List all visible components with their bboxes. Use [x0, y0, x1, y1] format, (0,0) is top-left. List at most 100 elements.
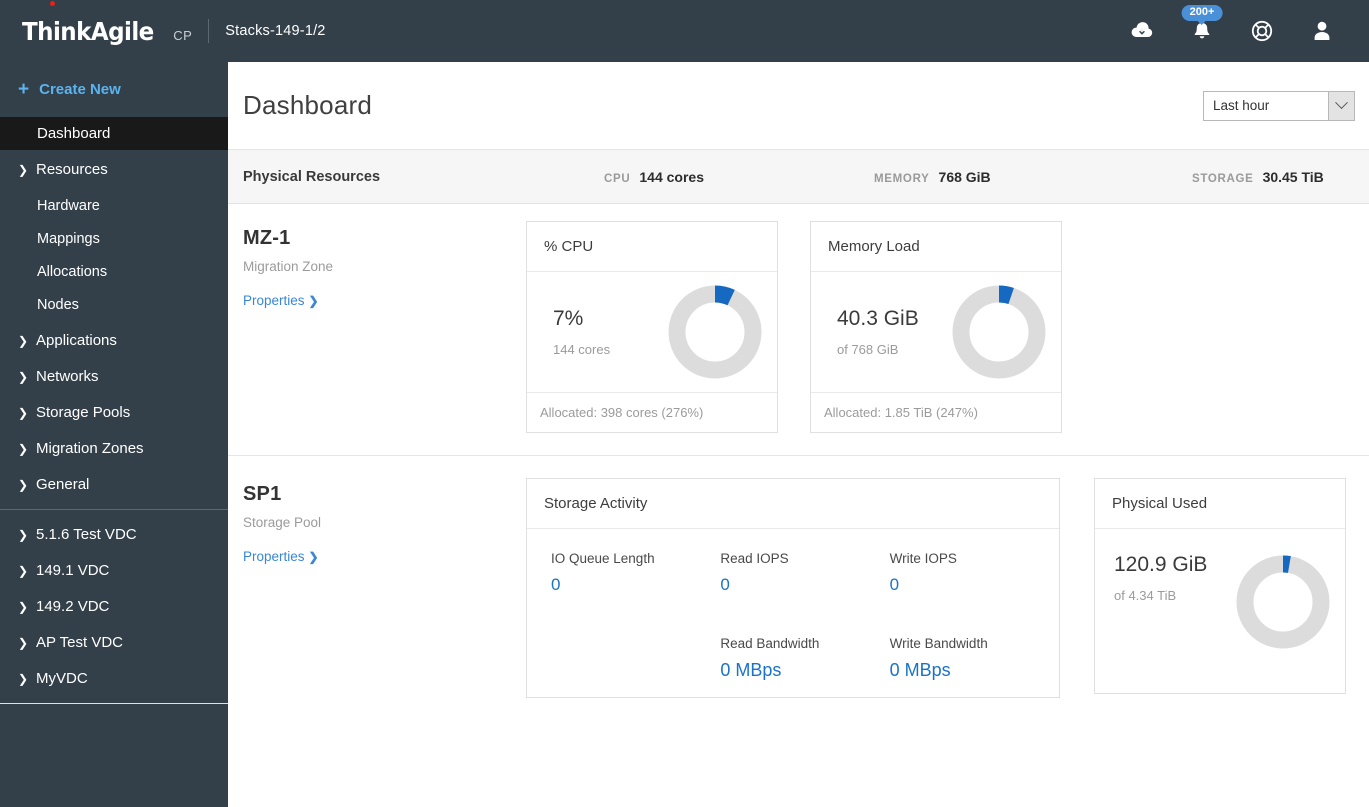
sidebar-item-dashboard[interactable]: Dashboard — [0, 117, 228, 150]
card-title: % CPU — [527, 222, 777, 272]
sp-cards: Storage Activity IO Queue Length 0 Read … — [526, 456, 1346, 720]
brand-name: ThinkAgile — [22, 16, 154, 46]
chevron-down-icon: ❯ — [18, 162, 29, 177]
brand-cp-label: CP — [173, 27, 193, 43]
notification-bell-icon[interactable]: 200+ — [1181, 5, 1223, 44]
chevron-right-icon: ❯ — [18, 635, 29, 650]
sidebar-group-migration-zones[interactable]: ❯ Migration Zones — [0, 432, 228, 465]
cloud-download-icon[interactable] — [1129, 18, 1155, 44]
main-content: Dashboard Last hour Physical Resources C… — [228, 62, 1369, 807]
metrics-row-bandwidth: Read Bandwidth 0 MBps Write Bandwidth 0 … — [551, 636, 1059, 681]
sidebar-group-networks[interactable]: ❯ Networks — [0, 360, 228, 393]
card-memory-load: Memory Load 40.3 GiB of 768 GiB Allocate… — [810, 221, 1062, 433]
sidebar-item-label: Mappings — [37, 230, 100, 247]
section-type: Migration Zone — [243, 259, 334, 274]
sidebar-group-resources[interactable]: ❯ Resources — [0, 153, 228, 186]
sidebar-group-ap-test-vdc[interactable]: ❯ AP Test VDC — [0, 626, 228, 659]
sidebar-group-1491-vdc[interactable]: ❯ 149.1 VDC — [0, 554, 228, 587]
user-account-icon[interactable] — [1309, 18, 1335, 44]
metrics-spacer — [551, 636, 720, 681]
metric-value: 0 MBps — [889, 660, 951, 680]
section-migration-zone: MZ-1 Migration Zone Properties ❯ % CPU 7… — [228, 204, 1369, 456]
metric-label: Write Bandwidth — [889, 636, 988, 651]
memory-subtext: of 768 GiB — [837, 342, 899, 357]
sidebar-group-516-test-vdc[interactable]: ❯ 5.1.6 Test VDC — [0, 518, 228, 551]
card-body: 7% 144 cores — [527, 272, 777, 392]
physical-used-value: 120.9 GiB — [1114, 553, 1208, 576]
sidebar-item-nodes[interactable]: Nodes — [0, 288, 228, 321]
chevron-down-icon[interactable] — [1328, 91, 1354, 120]
sidebar-group-general[interactable]: ❯ General — [0, 468, 228, 501]
top-bar: ThinkAgile CP Stacks-149-1/2 200+ — [0, 0, 1369, 62]
mz-cards: % CPU 7% 144 cores Allocated: 398 cores … — [526, 204, 1062, 455]
chevron-right-icon: ❯ — [308, 293, 319, 308]
sidebar-item-label: Storage Pools — [36, 404, 131, 421]
cpu-allocated-footer: Allocated: 398 cores (276%) — [527, 392, 777, 432]
sidebar-item-label: MyVDC — [36, 670, 88, 687]
dashboard-sections: MZ-1 Migration Zone Properties ❯ % CPU 7… — [228, 204, 1369, 807]
section-info-sp: SP1 Storage Pool Properties ❯ — [243, 456, 526, 720]
chevron-right-icon: ❯ — [18, 405, 29, 420]
brand-divider — [208, 19, 210, 43]
help-lifebuoy-icon[interactable] — [1249, 18, 1275, 44]
card-physical-used: Physical Used 120.9 GiB of 4.34 TiB — [1094, 478, 1346, 694]
chevron-right-icon: ❯ — [18, 671, 29, 686]
memory-donut-chart — [950, 283, 1048, 381]
notification-count-badge: 200+ — [1181, 5, 1223, 21]
sidebar-item-label: AP Test VDC — [36, 634, 123, 651]
sidebar-item-label: Dashboard — [37, 125, 111, 142]
plus-icon: + — [18, 79, 30, 100]
create-new-button[interactable]: + Create New — [0, 62, 228, 117]
sidebar-item-allocations[interactable]: Allocations — [0, 255, 228, 288]
physical-storage-stat: STORAGE 30.45 TiB — [1192, 169, 1324, 185]
properties-link-label: Properties — [243, 293, 305, 308]
properties-link[interactable]: Properties ❯ — [243, 293, 319, 308]
chevron-right-icon: ❯ — [18, 477, 29, 492]
app-root: ThinkAgile CP Stacks-149-1/2 200+ + Crea… — [0, 0, 1369, 807]
sidebar-item-label: Nodes — [37, 296, 79, 313]
sidebar-group-1492-vdc[interactable]: ❯ 149.2 VDC — [0, 590, 228, 623]
properties-link-label: Properties — [243, 549, 305, 564]
time-range-select[interactable]: Last hour — [1203, 90, 1355, 121]
sidebar-divider — [0, 509, 228, 510]
metrics-row-iops: IO Queue Length 0 Read IOPS 0 Write IOPS… — [551, 551, 1059, 595]
metric-value: 0 — [551, 575, 561, 594]
physical-cpu-value: 144 cores — [639, 168, 704, 185]
physical-resources-bar: Physical Resources CPU 144 cores MEMORY … — [228, 150, 1369, 204]
memory-value: 40.3 GiB — [837, 307, 919, 330]
sidebar-item-label: Migration Zones — [36, 440, 144, 457]
physical-memory-label: MEMORY — [874, 172, 930, 185]
section-name: MZ-1 — [243, 227, 291, 249]
properties-link[interactable]: Properties ❯ — [243, 549, 319, 564]
physical-memory-value: 768 GiB — [938, 168, 991, 185]
sidebar-group-myvdc[interactable]: ❯ MyVDC — [0, 662, 228, 695]
section-name: SP1 — [243, 483, 282, 505]
card-title: Physical Used — [1095, 479, 1345, 529]
sidebar-item-label: 149.2 VDC — [36, 598, 110, 615]
sidebar-nav: + Create New Dashboard ❯ Resources Hardw… — [0, 62, 228, 807]
cpu-value: 7% — [553, 307, 584, 330]
card-title: Storage Activity — [527, 479, 1059, 529]
sidebar-group-applications[interactable]: ❯ Applications — [0, 324, 228, 357]
sidebar-item-hardware[interactable]: Hardware — [0, 189, 228, 222]
page-title: Dashboard — [243, 90, 372, 120]
physical-resources-title: Physical Resources — [243, 168, 381, 185]
create-new-label: Create New — [39, 81, 121, 98]
section-info-mz: MZ-1 Migration Zone Properties ❯ — [243, 204, 526, 455]
metric-write-iops: Write IOPS 0 — [890, 551, 1059, 595]
sidebar-item-label: 5.1.6 Test VDC — [36, 526, 137, 543]
brand-logo[interactable]: ThinkAgile CP — [22, 1, 193, 46]
brand-red-dot-icon — [50, 1, 55, 6]
storage-metrics-grid: IO Queue Length 0 Read IOPS 0 Write IOPS… — [527, 529, 1059, 681]
sidebar-item-mappings[interactable]: Mappings — [0, 222, 228, 255]
metric-label: Read Bandwidth — [720, 636, 820, 651]
metric-io-queue-length: IO Queue Length 0 — [551, 551, 720, 595]
sidebar-group-storage-pools[interactable]: ❯ Storage Pools — [0, 396, 228, 429]
section-storage-pool: SP1 Storage Pool Properties ❯ Storage Ac… — [228, 456, 1369, 720]
sidebar-item-label: Applications — [36, 332, 117, 349]
card-storage-activity: Storage Activity IO Queue Length 0 Read … — [526, 478, 1060, 698]
metric-label: Read IOPS — [720, 551, 789, 566]
metric-value: 0 MBps — [720, 660, 782, 680]
physical-storage-label: STORAGE — [1192, 172, 1254, 185]
